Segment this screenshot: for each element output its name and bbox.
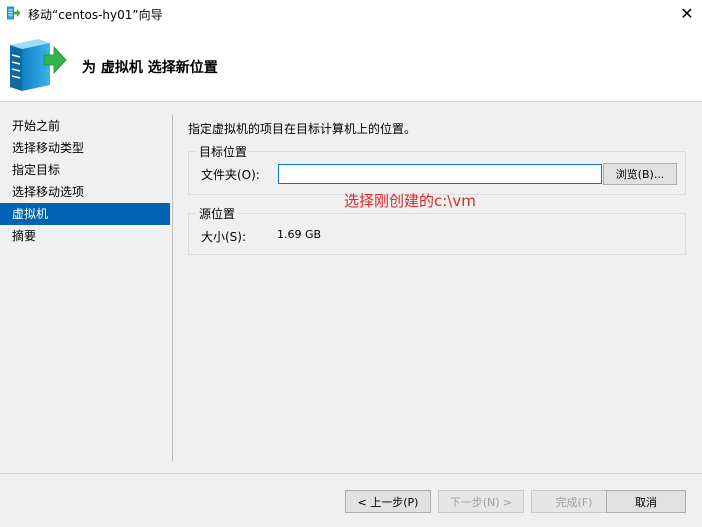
nav-divider xyxy=(172,115,173,461)
folder-label: 文件夹(O): xyxy=(201,168,260,182)
step-before-you-begin[interactable]: 开始之前 xyxy=(0,115,170,137)
size-label: 大小(S): xyxy=(201,230,247,244)
source-location-group: 源位置 大小(S): 1.69 GB xyxy=(188,205,686,255)
annotation-text: 选择刚创建的c:\vm xyxy=(344,192,476,210)
finish-button[interactable]: 完成(F) xyxy=(531,490,617,513)
step-virtual-machine[interactable]: 虚拟机 xyxy=(0,203,170,225)
browse-button[interactable]: 浏览(B)... xyxy=(603,163,677,185)
server-arrow-icon xyxy=(7,6,21,20)
target-location-label: 目标位置 xyxy=(197,143,250,160)
next-button[interactable]: 下一步(N) > xyxy=(438,490,524,513)
wizard-window: 移动“centos-hy01”向导 ✕ 为 虚拟机 选择新位置 开始之前 选择移… xyxy=(0,0,702,527)
title-bar: 移动“centos-hy01”向导 ✕ xyxy=(0,0,702,27)
folder-input[interactable] xyxy=(278,164,602,184)
source-location-label: 源位置 xyxy=(197,205,238,222)
step-specify-destination[interactable]: 指定目标 xyxy=(0,159,170,181)
window-title: 移动“centos-hy01”向导 xyxy=(28,8,163,22)
page-title: 为 虚拟机 选择新位置 xyxy=(82,60,218,76)
wizard-steps: 开始之前 选择移动类型 指定目标 选择移动选项 虚拟机 摘要 xyxy=(0,115,170,247)
footer-divider xyxy=(0,473,702,474)
close-icon[interactable]: ✕ xyxy=(672,0,702,27)
size-value: 1.69 GB xyxy=(277,228,322,241)
server-move-icon xyxy=(10,39,67,91)
step-summary[interactable]: 摘要 xyxy=(0,225,170,247)
target-location-group: 目标位置 文件夹(O): 浏览(B)... xyxy=(188,143,686,195)
cancel-button[interactable]: 取消 xyxy=(606,490,686,513)
back-button[interactable]: < 上一步(P) xyxy=(345,490,431,513)
wizard-header: 为 虚拟机 选择新位置 xyxy=(0,27,702,102)
intro-text: 指定虚拟机的项目在目标计算机上的位置。 xyxy=(188,122,417,136)
step-choose-move-options[interactable]: 选择移动选项 xyxy=(0,181,170,203)
step-choose-move-type[interactable]: 选择移动类型 xyxy=(0,137,170,159)
